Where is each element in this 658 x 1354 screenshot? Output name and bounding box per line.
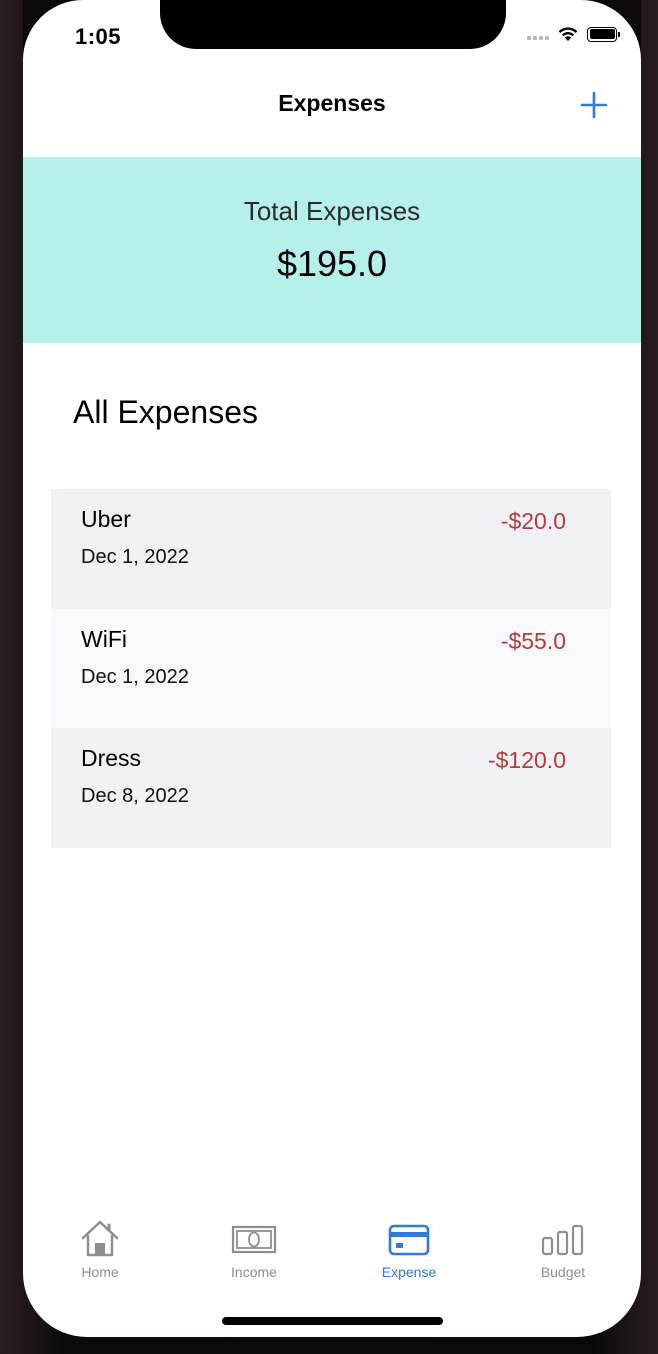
tab-home[interactable]: Home: [40, 1218, 160, 1288]
expense-name: Dress: [81, 745, 142, 771]
expense-row[interactable]: Uber Dec 1, 2022 -$20.0: [51, 489, 611, 609]
expense-date: Dec 8, 2022: [81, 785, 189, 807]
expense-row[interactable]: Dress Dec 8, 2022 -$120.0: [51, 728, 611, 848]
house-icon: [81, 1220, 119, 1257]
home-indicator[interactable]: [222, 1317, 443, 1325]
tab-income[interactable]: Income: [194, 1218, 314, 1288]
banknote-icon: [231, 1225, 277, 1254]
tab-income-label: Income: [231, 1264, 277, 1280]
tab-expense[interactable]: Expense: [349, 1218, 469, 1288]
battery-icon: [587, 26, 620, 42]
expense-amount: -$55.0: [500, 627, 566, 654]
tab-bar: Home Income Expense Budget: [23, 1218, 641, 1298]
expense-amount: -$120.0: [487, 747, 566, 773]
camera-notch: [160, 0, 506, 49]
expense-amount: -$20.0: [500, 508, 566, 534]
credit-card-icon: [388, 1224, 430, 1256]
tab-expense-label: Expense: [381, 1264, 437, 1280]
expense-name: WiFi: [81, 625, 127, 652]
expense-row[interactable]: WiFi Dec 1, 2022 -$55.0: [51, 608, 611, 728]
total-expenses-banner: Total Expenses $195.0: [23, 157, 641, 343]
status-indicators: [527, 26, 620, 42]
tab-budget-label: Budget: [540, 1264, 586, 1280]
bar-chart-icon: [541, 1224, 584, 1256]
page-title: Expenses: [278, 90, 386, 116]
total-expenses-value: $195.0: [276, 243, 388, 284]
expense-name: Uber: [81, 506, 131, 532]
cellular-signal-icon: [527, 28, 549, 40]
tab-home-label: Home: [81, 1264, 119, 1280]
device-frame: 1:05 Expenses Total Expenses $195.0 All …: [0, 0, 658, 1354]
status-time: 1:05: [75, 24, 122, 49]
tab-budget[interactable]: Budget: [503, 1218, 623, 1288]
expense-date: Dec 1, 2022: [81, 546, 189, 568]
wifi-icon: [558, 27, 578, 41]
app-screen: 1:05 Expenses Total Expenses $195.0 All …: [23, 0, 641, 1337]
plus-icon[interactable]: [580, 91, 608, 119]
total-expenses-label: Total Expenses: [243, 196, 421, 226]
expense-list: Uber Dec 1, 2022 -$20.0 WiFi Dec 1, 2022…: [51, 489, 611, 848]
section-title: All Expenses: [73, 394, 258, 430]
expense-date: Dec 1, 2022: [81, 665, 189, 688]
